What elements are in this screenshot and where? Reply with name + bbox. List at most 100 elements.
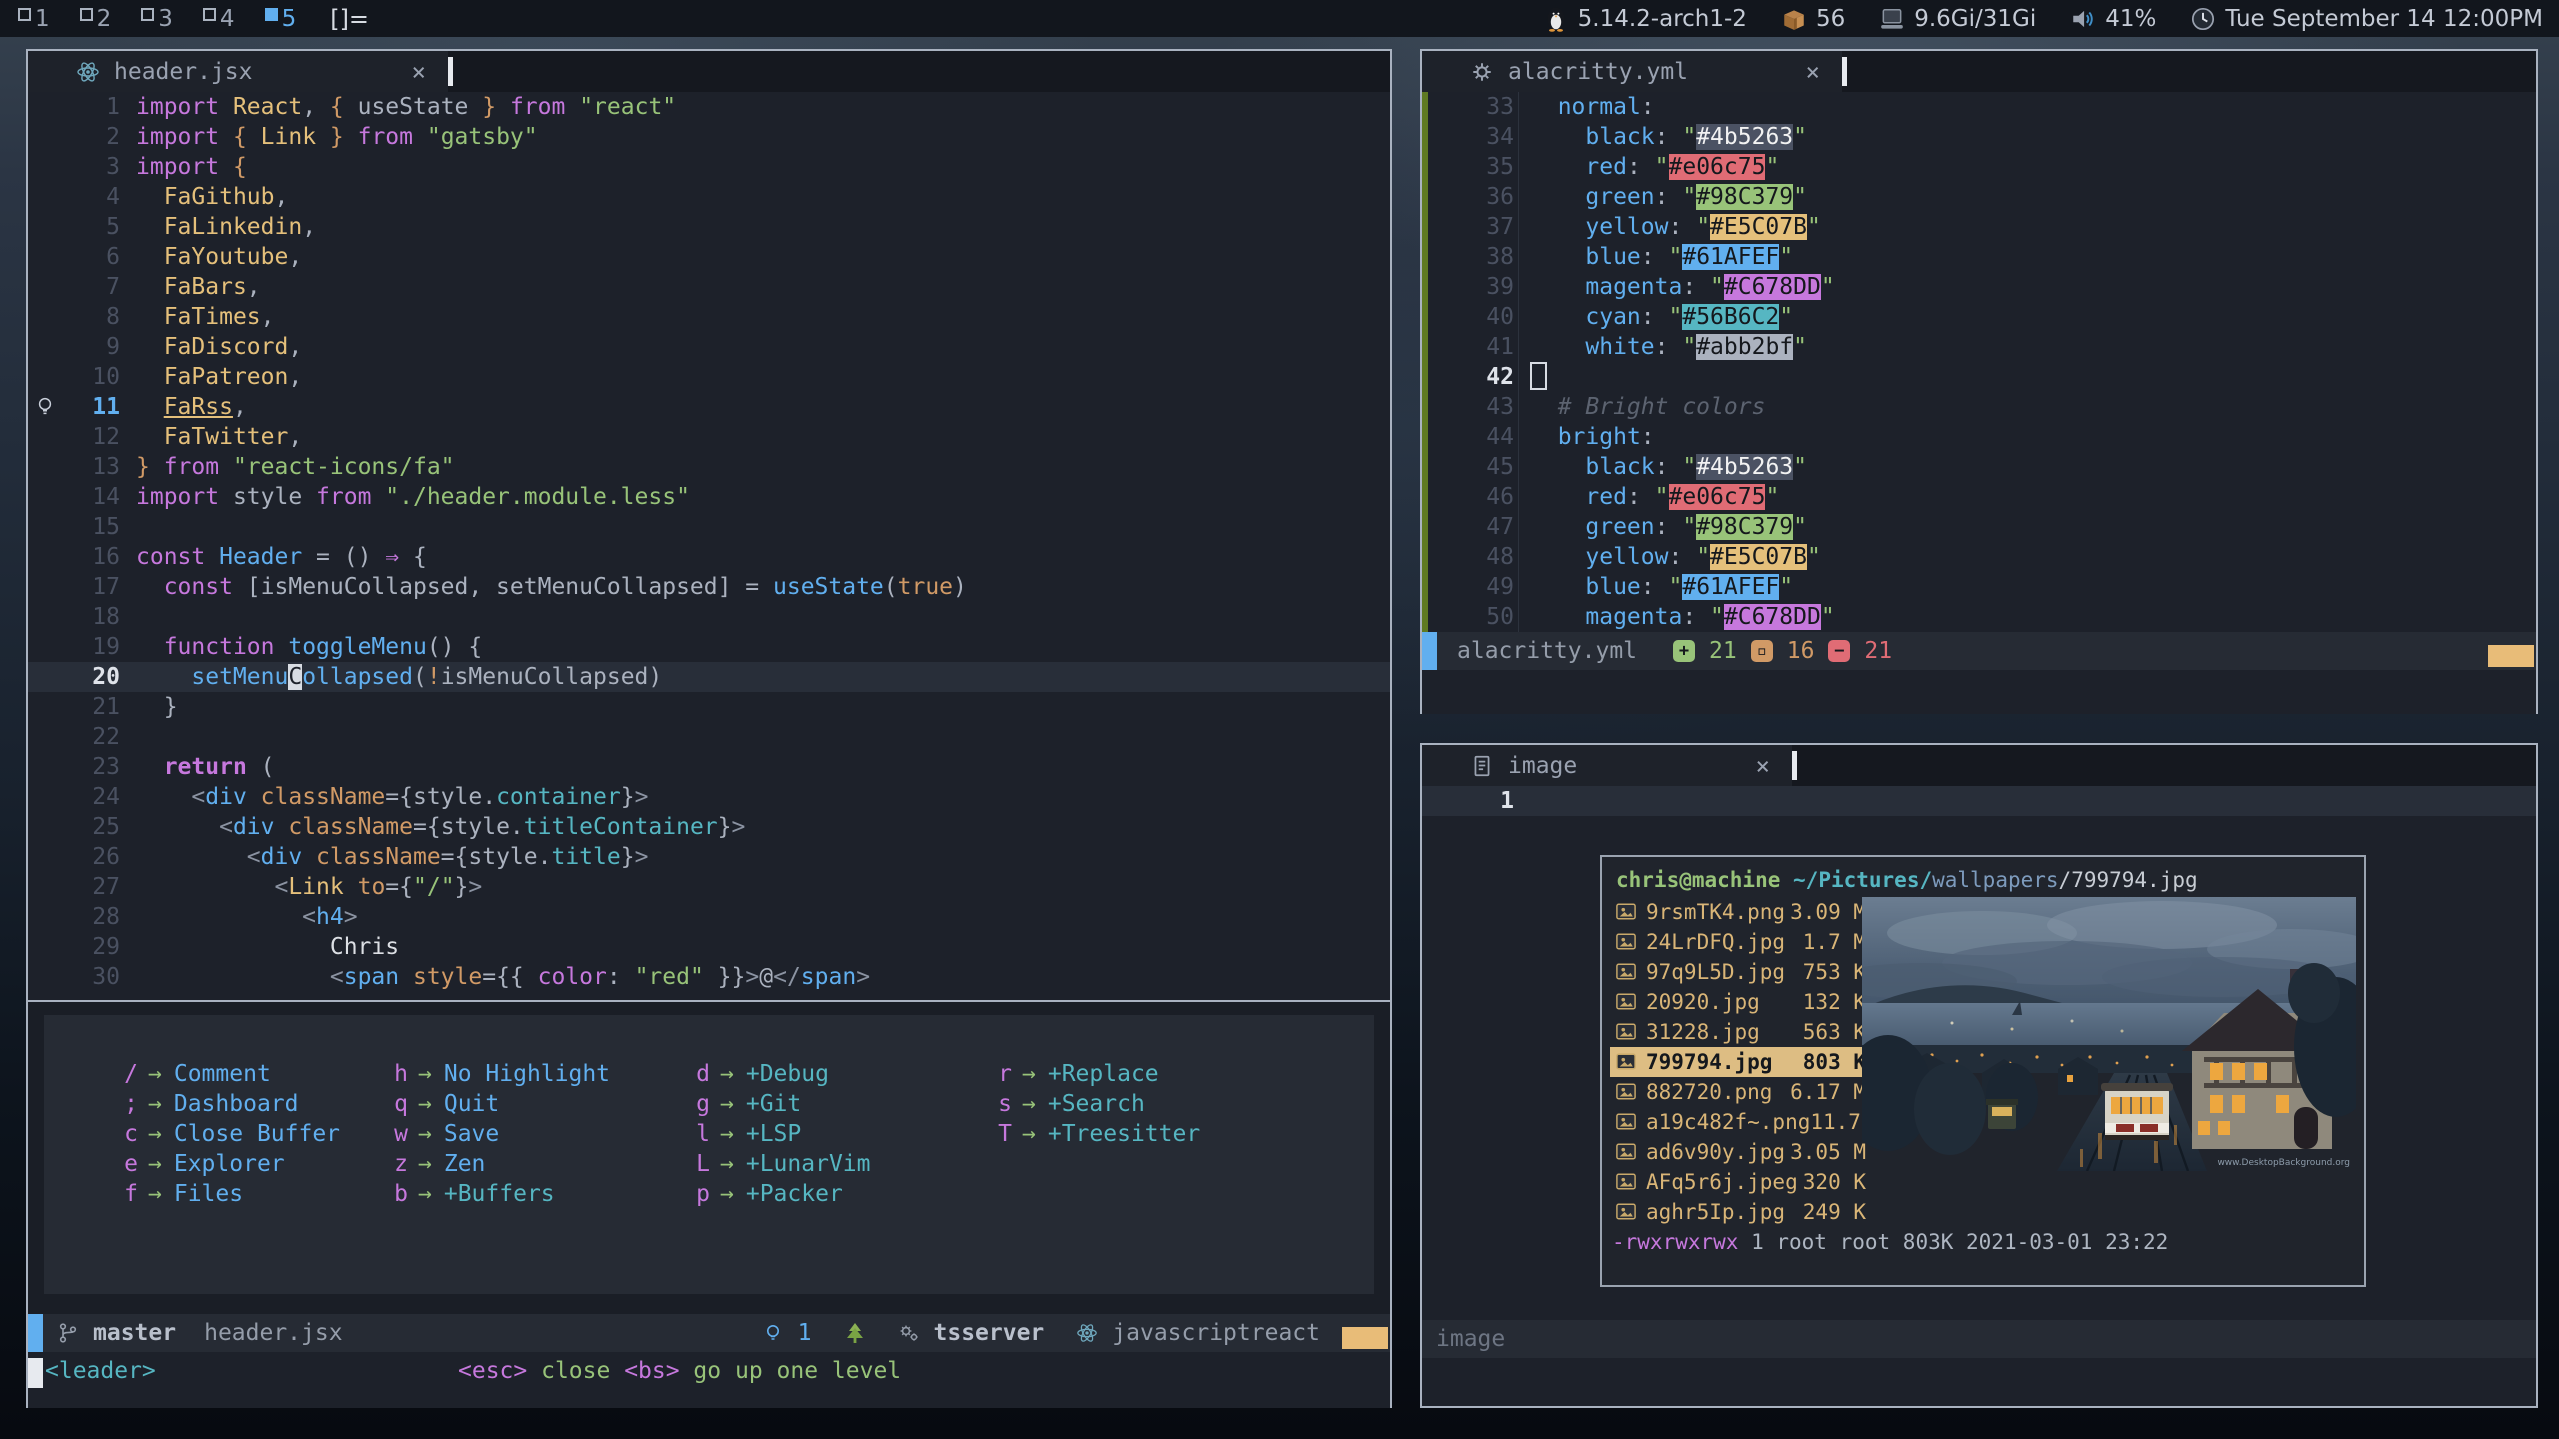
code-line[interactable]: 27 <Link to={"/"}> <box>28 872 1390 902</box>
code-line[interactable]: 30 <span style={{ color: "red" }}>@</spa… <box>28 962 1390 992</box>
code-line[interactable]: 10 FaPatreon, <box>28 362 1390 392</box>
whichkey-binding[interactable]: f→Files <box>122 1179 340 1209</box>
code-line[interactable]: 17 const [isMenuCollapsed, setMenuCollap… <box>28 572 1390 602</box>
code-line[interactable]: 43 # Bright colors <box>1422 392 2536 422</box>
code-line[interactable]: 36 green: "#98C379" <box>1422 182 2536 212</box>
file-row[interactable]: 24LrDFQ.jpg1.7 M <box>1610 927 1872 957</box>
code-line[interactable]: 19 function toggleMenu() { <box>28 632 1390 662</box>
code-line[interactable]: 3import { <box>28 152 1390 182</box>
whichkey-binding[interactable]: h→No Highlight <box>392 1059 610 1089</box>
line-number: 5 <box>62 212 136 242</box>
whichkey-binding[interactable]: ;→Dashboard <box>122 1089 340 1119</box>
code-line[interactable]: 5 FaLinkedin, <box>28 212 1390 242</box>
whichkey-binding[interactable]: r→+Replace <box>996 1059 1200 1089</box>
whichkey-key: l <box>694 1119 710 1149</box>
whichkey-binding[interactable]: c→Close Buffer <box>122 1119 340 1149</box>
close-icon[interactable]: × <box>1806 58 1820 86</box>
code-line[interactable]: 37 yellow: "#E5C07B" <box>1422 212 2536 242</box>
code-line[interactable]: 25 <div className={style.titleContainer}… <box>28 812 1390 842</box>
alacritty-cmdline[interactable] <box>1422 670 2536 714</box>
code-line[interactable]: 12 FaTwitter, <box>28 422 1390 452</box>
file-row[interactable]: 9rsmTK4.png3.09 M <box>1610 897 1872 927</box>
gutter-sign <box>1422 512 1456 542</box>
code-line[interactable]: 38 blue: "#61AFEF" <box>1422 242 2536 272</box>
code-line[interactable]: 6 FaYoutube, <box>28 242 1390 272</box>
code-line[interactable]: 44 bright: <box>1422 422 2536 452</box>
whichkey-binding[interactable]: b→+Buffers <box>392 1179 610 1209</box>
code-line[interactable]: 14import style from "./header.module.les… <box>28 482 1390 512</box>
code-line[interactable]: 4 FaGithub, <box>28 182 1390 212</box>
workspace-button-3[interactable]: 3 <box>133 5 181 33</box>
whichkey-binding[interactable]: s→+Search <box>996 1089 1200 1119</box>
code-line[interactable]: 29 Chris <box>28 932 1390 962</box>
code-line[interactable]: 18 <box>28 602 1390 632</box>
whichkey-binding[interactable]: p→+Packer <box>694 1179 870 1209</box>
code-line[interactable]: 21 } <box>28 692 1390 722</box>
code-line[interactable]: 33 normal: <box>1422 92 2536 122</box>
code-line[interactable]: 24 <div className={style.container}> <box>28 782 1390 812</box>
code-line[interactable]: 49 blue: "#61AFEF" <box>1422 572 2536 602</box>
whichkey-binding[interactable]: l→+LSP <box>694 1119 870 1149</box>
code-line[interactable]: 1import React, { useState } from "react" <box>28 92 1390 122</box>
code-line[interactable]: 9 FaDiscord, <box>28 332 1390 362</box>
code-line[interactable]: 35 red: "#e06c75" <box>1422 152 2536 182</box>
code-line[interactable]: 50 magenta: "#C678DD" <box>1422 602 2536 632</box>
whichkey-binding[interactable]: d→+Debug <box>694 1059 870 1089</box>
code-line[interactable]: 28 <h4> <box>28 902 1390 932</box>
whichkey-binding[interactable]: w→Save <box>392 1119 610 1149</box>
file-row[interactable]: 799794.jpg803 K <box>1610 1047 1872 1077</box>
code-line[interactable]: 16const Header = () ⇒ { <box>28 542 1390 572</box>
code-line[interactable]: 8 FaTimes, <box>28 302 1390 332</box>
file-row[interactable]: AFq5r6j.jpeg320 K <box>1610 1167 1872 1197</box>
whichkey-binding[interactable]: z→Zen <box>392 1149 610 1179</box>
lsp-server-name[interactable]: tsserver <box>934 1320 1045 1346</box>
whichkey-binding[interactable]: L→+LunarVim <box>694 1149 870 1179</box>
close-icon[interactable]: × <box>412 58 426 86</box>
file-permissions: -rwxrwxrwx <box>1612 1230 1738 1254</box>
whichkey-binding[interactable]: g→+Git <box>694 1089 870 1119</box>
code-line[interactable]: 42 <box>1422 362 2536 392</box>
diagnostic-count[interactable]: 1 <box>798 1320 812 1346</box>
whichkey-binding[interactable]: q→Quit <box>392 1089 610 1119</box>
code-line[interactable]: 40 cyan: "#56B6C2" <box>1422 302 2536 332</box>
workspace-button-1[interactable]: 1 <box>10 5 58 33</box>
code-line[interactable]: 1 <box>1422 786 2536 816</box>
code-line[interactable]: 2import { Link } from "gatsby" <box>28 122 1390 152</box>
file-name: 20920.jpg <box>1646 987 1760 1017</box>
tab-image[interactable]: image × <box>1422 745 1792 786</box>
whichkey-binding[interactable]: /→Comment <box>122 1059 340 1089</box>
code-line[interactable]: 7 FaBars, <box>28 272 1390 302</box>
code-line[interactable]: 23 return ( <box>28 752 1390 782</box>
code-line[interactable]: 45 black: "#4b5263" <box>1422 452 2536 482</box>
code-line[interactable]: 11 FaRss, <box>28 392 1390 422</box>
code-line[interactable]: 47 green: "#98C379" <box>1422 512 2536 542</box>
code-line[interactable]: 46 red: "#e06c75" <box>1422 482 2536 512</box>
workspace-button-5[interactable]: 5 <box>257 5 305 33</box>
code-line[interactable]: 39 magenta: "#C678DD" <box>1422 272 2536 302</box>
workspace-button-4[interactable]: 4 <box>195 5 243 33</box>
git-branch-name[interactable]: master <box>93 1320 176 1346</box>
code-line[interactable]: 41 white: "#abb2bf" <box>1422 332 2536 362</box>
code-line[interactable]: 34 black: "#4b5263" <box>1422 122 2536 152</box>
whichkey-binding[interactable]: T→+Treesitter <box>996 1119 1200 1149</box>
code-line[interactable]: 48 yellow: "#E5C07B" <box>1422 542 2536 572</box>
file-row[interactable]: a19c482f~.png11.7 M <box>1610 1107 1872 1137</box>
workspace-button-2[interactable]: 2 <box>72 5 120 33</box>
whichkey-binding[interactable]: e→Explorer <box>122 1149 340 1179</box>
editor-cmdline[interactable]: <leader> <esc> close <bs> go up one leve… <box>28 1352 1390 1408</box>
close-icon[interactable]: × <box>1756 752 1770 780</box>
file-row[interactable]: 97q9L5D.jpg753 K <box>1610 957 1872 987</box>
code-line[interactable]: 13} from "react-icons/fa" <box>28 452 1390 482</box>
code-line[interactable]: 20 setMenuCollapsed(!isMenuCollapsed) <box>28 662 1390 692</box>
file-row[interactable]: 31228.jpg563 K <box>1610 1017 1872 1047</box>
file-row[interactable]: 20920.jpg132 K <box>1610 987 1872 1017</box>
code-line[interactable]: 26 <div className={style.title}> <box>28 842 1390 872</box>
code-line[interactable]: 15 <box>28 512 1390 542</box>
file-row[interactable]: ad6v90y.jpg3.05 M <box>1610 1137 1872 1167</box>
code-line[interactable]: 22 <box>28 722 1390 752</box>
file-row[interactable]: aghr5Ip.jpg249 K <box>1610 1197 1872 1227</box>
tab-alacritty-yml[interactable]: alacritty.yml × <box>1422 51 1842 92</box>
tab-header-jsx[interactable]: header.jsx × <box>28 51 448 92</box>
file-row[interactable]: 882720.png6.17 M <box>1610 1077 1872 1107</box>
file-name: a19c482f~.png <box>1646 1107 1810 1137</box>
